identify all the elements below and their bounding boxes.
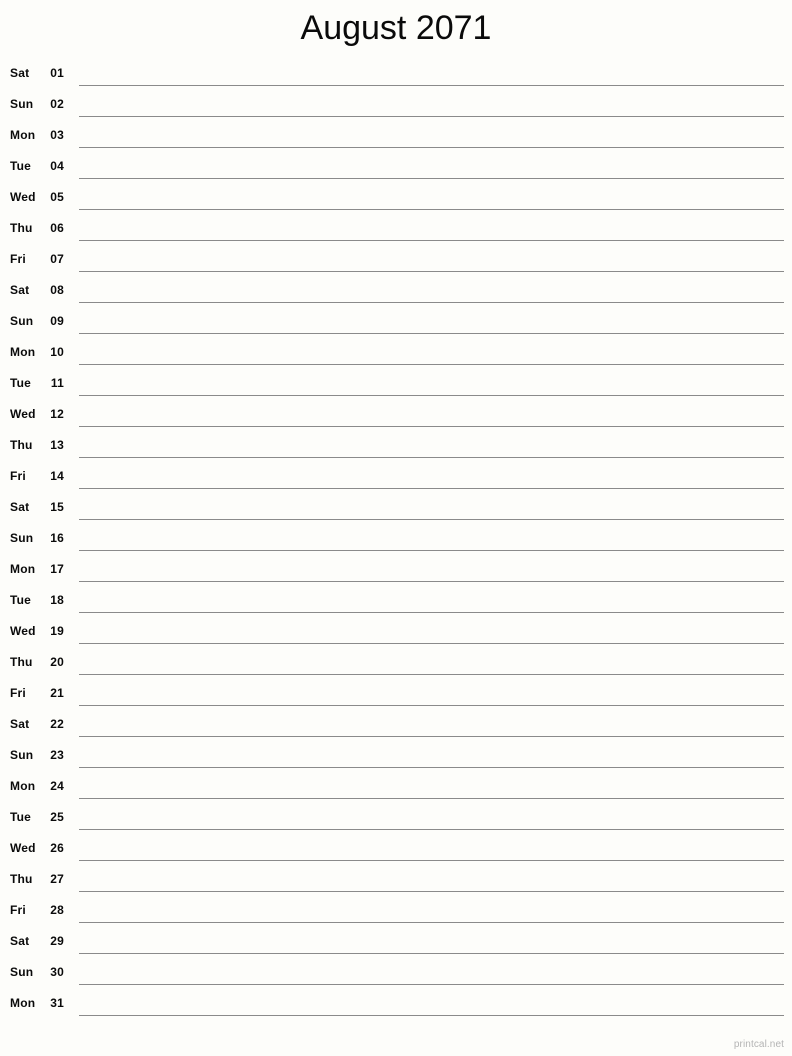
day-number-label: 01 <box>50 66 64 80</box>
day-row[interactable]: Wed 05 <box>0 186 792 217</box>
day-number-label: 09 <box>50 314 64 328</box>
day-row[interactable]: Sun 23 <box>0 744 792 775</box>
day-row[interactable]: Fri 14 <box>0 465 792 496</box>
day-number-label: 28 <box>50 903 64 917</box>
day-note-rule[interactable] <box>79 271 784 272</box>
day-note-rule[interactable] <box>79 240 784 241</box>
day-note-rule[interactable] <box>79 984 784 985</box>
day-row[interactable]: Sat 29 <box>0 930 792 961</box>
day-note-rule[interactable] <box>79 798 784 799</box>
day-row[interactable]: Mon 31 <box>0 992 792 1023</box>
day-note-rule[interactable] <box>79 333 784 334</box>
day-note-rule[interactable] <box>79 178 784 179</box>
day-note-rule[interactable] <box>79 736 784 737</box>
day-row[interactable]: Sun 30 <box>0 961 792 992</box>
day-number-label: 26 <box>50 841 64 855</box>
day-row[interactable]: Fri 07 <box>0 248 792 279</box>
day-row[interactable]: Sat 01 <box>0 62 792 93</box>
day-note-rule[interactable] <box>79 457 784 458</box>
day-row[interactable]: Tue 11 <box>0 372 792 403</box>
day-number-label: 07 <box>50 252 64 266</box>
footer-credit: printcal.net <box>733 1039 784 1050</box>
day-row[interactable]: Thu 20 <box>0 651 792 682</box>
day-number-label: 17 <box>50 562 64 576</box>
day-number-label: 06 <box>50 221 64 235</box>
day-number-label: 08 <box>50 283 64 297</box>
day-note-rule[interactable] <box>79 364 784 365</box>
day-number-label: 12 <box>50 407 64 421</box>
day-row[interactable]: Thu 06 <box>0 217 792 248</box>
day-note-rule[interactable] <box>79 550 784 551</box>
day-number-label: 13 <box>50 438 64 452</box>
day-row[interactable]: Fri 28 <box>0 899 792 930</box>
day-number-label: 05 <box>50 190 64 204</box>
day-note-rule[interactable] <box>79 519 784 520</box>
day-number-label: 10 <box>50 345 64 359</box>
day-number-label: 02 <box>50 97 64 111</box>
day-number-label: 11 <box>50 376 64 390</box>
day-note-rule[interactable] <box>79 891 784 892</box>
day-number-label: 16 <box>50 531 64 545</box>
day-note-rule[interactable] <box>79 922 784 923</box>
day-note-rule[interactable] <box>79 581 784 582</box>
day-note-rule[interactable] <box>79 767 784 768</box>
day-number-label: 20 <box>50 655 64 669</box>
calendar-page: August 2071 Sat 01 Sun 02 Mon 03 Tue 04 … <box>0 0 792 1056</box>
day-note-rule[interactable] <box>79 85 784 86</box>
day-note-rule[interactable] <box>79 116 784 117</box>
day-note-rule[interactable] <box>79 488 784 489</box>
day-number-label: 24 <box>50 779 64 793</box>
day-row[interactable]: Sat 15 <box>0 496 792 527</box>
day-row[interactable]: Wed 19 <box>0 620 792 651</box>
day-number-label: 23 <box>50 748 64 762</box>
day-row[interactable]: Tue 04 <box>0 155 792 186</box>
day-number-label: 27 <box>50 872 64 886</box>
day-row[interactable]: Sun 09 <box>0 310 792 341</box>
day-number-label: 30 <box>50 965 64 979</box>
day-row[interactable]: Sat 08 <box>0 279 792 310</box>
day-note-rule[interactable] <box>79 674 784 675</box>
day-rows-list: Sat 01 Sun 02 Mon 03 Tue 04 Wed 05 Thu 0… <box>0 62 792 1023</box>
day-number-label: 03 <box>50 128 64 142</box>
day-number-label: 31 <box>50 996 64 1010</box>
day-row[interactable]: Mon 17 <box>0 558 792 589</box>
day-note-rule[interactable] <box>79 953 784 954</box>
day-row[interactable]: Tue 18 <box>0 589 792 620</box>
day-note-rule[interactable] <box>79 829 784 830</box>
day-row[interactable]: Sun 16 <box>0 527 792 558</box>
day-number-label: 19 <box>50 624 64 638</box>
day-row[interactable]: Tue 25 <box>0 806 792 837</box>
day-number-label: 21 <box>50 686 64 700</box>
day-number-label: 18 <box>50 593 64 607</box>
day-note-rule[interactable] <box>79 426 784 427</box>
day-note-rule[interactable] <box>79 395 784 396</box>
day-note-rule[interactable] <box>79 1015 784 1016</box>
day-note-rule[interactable] <box>79 209 784 210</box>
day-row[interactable]: Mon 10 <box>0 341 792 372</box>
day-number-label: 29 <box>50 934 64 948</box>
day-note-rule[interactable] <box>79 612 784 613</box>
day-row[interactable]: Sat 22 <box>0 713 792 744</box>
day-number-label: 22 <box>50 717 64 731</box>
day-row[interactable]: Wed 12 <box>0 403 792 434</box>
day-row[interactable]: Wed 26 <box>0 837 792 868</box>
day-row[interactable]: Mon 24 <box>0 775 792 806</box>
day-number-label: 25 <box>50 810 64 824</box>
day-number-label: 15 <box>50 500 64 514</box>
day-note-rule[interactable] <box>79 860 784 861</box>
day-number-label: 04 <box>50 159 64 173</box>
day-note-rule[interactable] <box>79 643 784 644</box>
day-row[interactable]: Thu 27 <box>0 868 792 899</box>
day-note-rule[interactable] <box>79 302 784 303</box>
day-row[interactable]: Mon 03 <box>0 124 792 155</box>
day-note-rule[interactable] <box>79 147 784 148</box>
day-row[interactable]: Sun 02 <box>0 93 792 124</box>
day-row[interactable]: Fri 21 <box>0 682 792 713</box>
day-number-label: 14 <box>50 469 64 483</box>
day-note-rule[interactable] <box>79 705 784 706</box>
day-row[interactable]: Thu 13 <box>0 434 792 465</box>
page-title: August 2071 <box>300 9 492 47</box>
